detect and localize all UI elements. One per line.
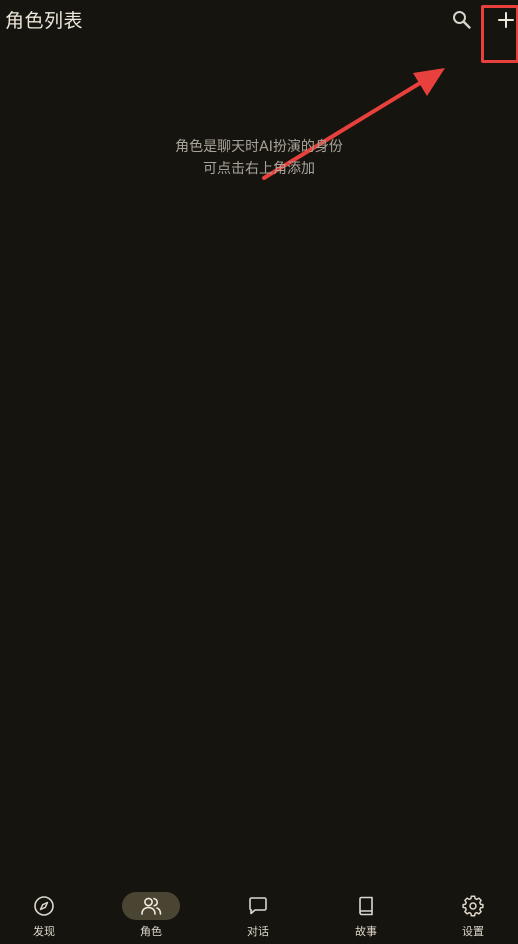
nav-active-indicator bbox=[122, 892, 180, 920]
nav-item-conversations[interactable]: 对话 bbox=[206, 884, 310, 944]
nav-item-discover[interactable]: 发现 bbox=[0, 884, 96, 944]
empty-state-line-1: 角色是聊天时AI扮演的身份 bbox=[175, 139, 343, 155]
plus-icon bbox=[498, 12, 514, 28]
nav-label-stories: 故事 bbox=[355, 925, 377, 938]
chat-bubble-icon bbox=[249, 897, 267, 915]
nav-icon-container bbox=[15, 892, 73, 920]
nav-label-characters: 角色 bbox=[140, 925, 162, 938]
nav-item-characters[interactable]: 角色 bbox=[99, 884, 203, 944]
users-icon bbox=[141, 897, 162, 915]
nav-label-settings: 设置 bbox=[462, 925, 484, 938]
app-bar: 角色列表 bbox=[0, 0, 518, 44]
search-icon bbox=[453, 11, 471, 29]
nav-icon-container bbox=[337, 892, 395, 920]
search-button[interactable] bbox=[451, 9, 473, 31]
gear-icon bbox=[462, 895, 484, 917]
book-icon bbox=[359, 896, 373, 916]
empty-state-line-2: 可点击右上角添加 bbox=[203, 161, 315, 177]
page-title: 角色列表 bbox=[5, 10, 84, 32]
nav-icon-container bbox=[444, 892, 502, 920]
compass-icon bbox=[34, 896, 54, 916]
bottom-navigation: 发现 角色 对话 故事 设置 bbox=[0, 884, 518, 944]
add-button[interactable] bbox=[494, 8, 518, 32]
empty-state-message: 角色是聊天时AI扮演的身份 可点击右上角添加 bbox=[0, 136, 518, 180]
nav-icon-container bbox=[229, 892, 287, 920]
nav-item-stories[interactable]: 故事 bbox=[314, 884, 418, 944]
nav-label-conversations: 对话 bbox=[247, 925, 269, 938]
nav-label-discover: 发现 bbox=[33, 925, 55, 938]
nav-item-settings[interactable]: 设置 bbox=[421, 884, 518, 944]
